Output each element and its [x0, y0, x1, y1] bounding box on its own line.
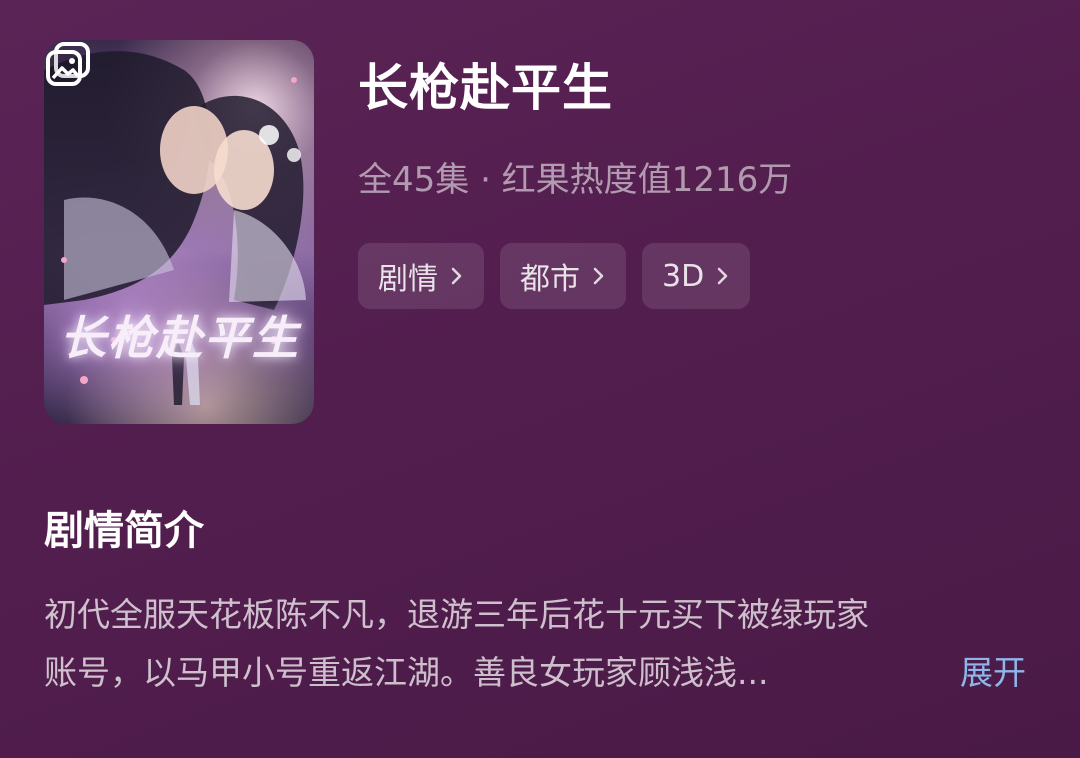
tag-label: 剧情	[378, 262, 438, 297]
episode-and-popularity: 全45集 · 红果热度值1216万	[358, 160, 793, 200]
synopsis-line-2: 账号，以马甲小号重返江湖。善良女玩家顾浅浅...	[44, 653, 769, 692]
synopsis-text: 初代全服天花板陈不凡，退游三年后花十元买下被绿玩家 账号，以马甲小号重返江湖。善…	[44, 586, 964, 702]
tag-list: 剧情 都市 3D	[358, 243, 751, 309]
expand-link[interactable]: 展开	[960, 644, 1026, 702]
chevron-right-icon	[593, 267, 604, 285]
chevron-right-icon	[717, 267, 728, 285]
tag-label: 3D	[662, 258, 705, 294]
gallery-icon[interactable]	[44, 40, 94, 90]
tag-label: 都市	[520, 262, 580, 297]
chevron-right-icon	[451, 267, 462, 285]
drama-title: 长枪赴平生	[358, 59, 613, 117]
synopsis-line-1: 初代全服天花板陈不凡，退游三年后花十元买下被绿玩家	[44, 595, 869, 634]
synopsis-heading: 剧情简介	[44, 508, 204, 554]
poster-title-art: 长枪赴平生	[60, 311, 300, 365]
drama-poster[interactable]: 长枪赴平生	[44, 40, 314, 424]
tag-dushi[interactable]: 都市	[500, 243, 626, 309]
tag-3d[interactable]: 3D	[642, 243, 751, 309]
tag-juqing[interactable]: 剧情	[358, 243, 484, 309]
